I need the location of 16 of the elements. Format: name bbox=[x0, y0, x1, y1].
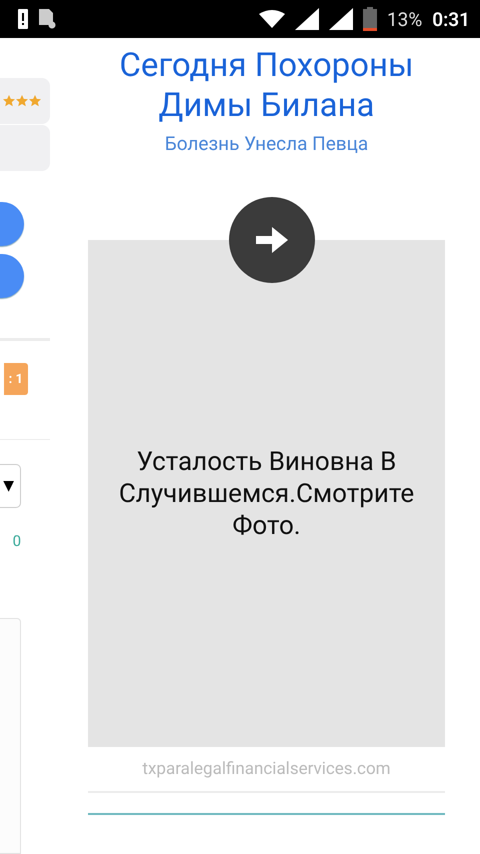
counter-value: 0 bbox=[12, 532, 21, 550]
dropdown[interactable]: ▼ bbox=[0, 464, 21, 508]
battery-icon bbox=[362, 7, 377, 31]
battery-percentage: 13% bbox=[386, 8, 422, 30]
signal-icon bbox=[294, 8, 319, 30]
arrow-icon bbox=[256, 227, 288, 253]
ad-text: Усталость Виновна В Случившемся.Смотрите Фото. bbox=[118, 446, 416, 542]
signal-icon bbox=[328, 8, 353, 30]
ad-subtitle: Болезнь Унесла Певца bbox=[164, 132, 368, 155]
ad-image-placeholder[interactable]: Усталость Виновна В Случившемся.Смотрите Фото. bbox=[88, 240, 445, 747]
count-badge: : 1 bbox=[4, 363, 28, 395]
alert-icon bbox=[18, 9, 28, 29]
ad-title[interactable]: Сегодня Похороны Димы Билана bbox=[88, 46, 445, 126]
clock-time: 0:31 bbox=[432, 8, 470, 30]
sim-card-icon bbox=[38, 9, 56, 29]
wifi-icon bbox=[258, 10, 285, 28]
